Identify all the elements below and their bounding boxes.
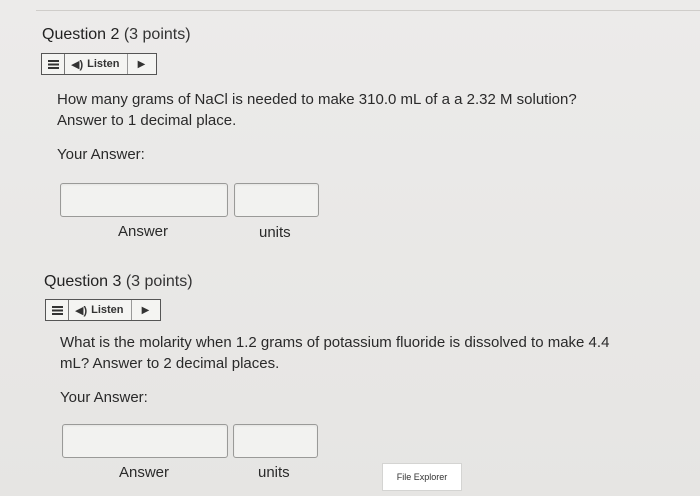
question-3-points: (3 points) bbox=[125, 273, 193, 290]
listen-label: Listen bbox=[87, 58, 120, 70]
menu-icon[interactable] bbox=[46, 300, 69, 320]
question-3-text: What is the molarity when 1.2 grams of p… bbox=[60, 332, 609, 374]
question-2-units-input[interactable] bbox=[234, 183, 319, 217]
question-2-answer-label: Answer bbox=[118, 223, 169, 240]
question-2-your-answer-label: Your Answer: bbox=[57, 146, 145, 163]
question-3-listen-button[interactable]: ◀) Listen bbox=[69, 300, 132, 320]
question-3-text-line2: mL? Answer to 2 decimal places. bbox=[60, 355, 280, 372]
speaker-icon: ◀) bbox=[71, 58, 84, 71]
question-2-answer-input[interactable] bbox=[60, 183, 228, 217]
question-3-number: Question 3 bbox=[44, 273, 122, 290]
question-3-text-line1: What is the molarity when 1.2 grams of p… bbox=[60, 334, 610, 351]
question-2-title: Question 2 (3 points) bbox=[42, 26, 191, 44]
question-3-answer-input[interactable] bbox=[62, 424, 228, 458]
file-explorer-tooltip: File Explorer bbox=[382, 463, 462, 491]
question-2-listen-toolbar: ◀) Listen ▶ bbox=[41, 53, 157, 75]
play-icon[interactable]: ▶ bbox=[132, 300, 160, 320]
question-2-text: How many grams of NaCl is needed to make… bbox=[57, 89, 577, 131]
quiz-page: Question 2 (3 points) ◀) Listen ▶ How ma… bbox=[0, 0, 700, 496]
question-2-listen-button[interactable]: ◀) Listen bbox=[65, 54, 128, 74]
question-3-answer-label: Answer bbox=[119, 464, 170, 481]
question-2-number: Question 2 bbox=[42, 26, 120, 43]
question-3-title: Question 3 (3 points) bbox=[44, 273, 193, 291]
question-2-points: (3 points) bbox=[123, 26, 191, 43]
question-2-text-line1: How many grams of NaCl is needed to make… bbox=[57, 91, 577, 108]
question-2-units-label: units bbox=[259, 224, 291, 241]
top-divider bbox=[36, 10, 700, 11]
question-3-units-input[interactable] bbox=[233, 424, 318, 458]
listen-label: Listen bbox=[91, 304, 124, 316]
menu-icon[interactable] bbox=[42, 54, 65, 74]
speaker-icon: ◀) bbox=[75, 304, 88, 317]
play-icon[interactable]: ▶ bbox=[128, 54, 156, 74]
question-3-units-label: units bbox=[258, 464, 290, 481]
question-3-your-answer-label: Your Answer: bbox=[60, 389, 148, 406]
question-2-text-line2: Answer to 1 decimal place. bbox=[57, 112, 237, 129]
question-3-listen-toolbar: ◀) Listen ▶ bbox=[45, 299, 161, 321]
